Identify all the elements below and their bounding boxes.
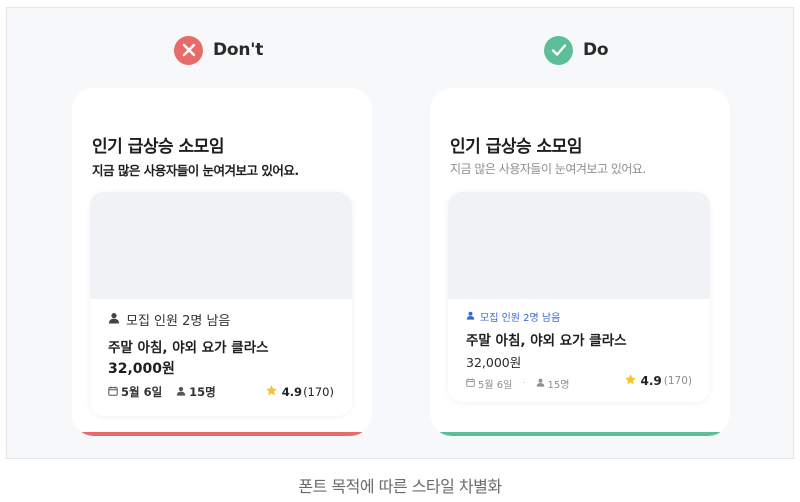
star-icon bbox=[265, 384, 278, 400]
class-item-card[interactable]: 모집 인원 2명 남음 주말 아침, 야외 요가 클라스 32,000원 5월 … bbox=[448, 192, 710, 402]
recruit-status: 모집 인원 2명 남음 bbox=[108, 310, 230, 329]
star-icon bbox=[624, 373, 637, 389]
date-text: 5월 6일 bbox=[478, 380, 513, 391]
class-meta: 5월 6일 15명 bbox=[108, 384, 216, 400]
class-item-card[interactable]: 모집 인원 2명 남음 주말 아침, 야외 요가 클라스 32,000원 5월 … bbox=[90, 192, 352, 416]
do-accent-bar bbox=[430, 432, 730, 436]
figure-caption: 폰트 목적에 따른 스타일 차별화 bbox=[298, 477, 502, 496]
do-verdict: Do bbox=[544, 35, 609, 65]
attendees-meta: 15명 bbox=[176, 384, 216, 400]
dont-label: Don't bbox=[213, 40, 264, 60]
attendees-text: 15명 bbox=[189, 385, 216, 399]
meta-separator: · bbox=[522, 378, 526, 389]
recruit-status: 모집 인원 2명 남음 bbox=[466, 309, 560, 324]
class-name: 주말 아침, 야외 요가 클라스 bbox=[466, 333, 627, 349]
class-thumbnail bbox=[90, 192, 352, 299]
dont-accent-bar bbox=[72, 432, 372, 436]
class-name: 주말 아침, 야외 요가 클라스 bbox=[108, 340, 269, 356]
date-text: 5월 6일 bbox=[121, 385, 163, 399]
card-title: 인기 급상승 소모임 bbox=[92, 137, 224, 157]
rating: 4.9 (170) bbox=[624, 373, 692, 389]
recruit-text: 모집 인원 2명 남음 bbox=[480, 313, 561, 324]
attendees-meta: 15명 bbox=[536, 376, 570, 391]
card-subtitle: 지금 많은 사용자들이 눈여겨보고 있어요. bbox=[450, 162, 646, 176]
class-price: 32,000원 bbox=[108, 361, 175, 377]
person-icon bbox=[108, 312, 120, 328]
do-example-card: 인기 급상승 소모임 지금 많은 사용자들이 눈여겨보고 있어요. 모집 인원 … bbox=[430, 88, 730, 436]
class-price: 32,000원 bbox=[466, 355, 522, 370]
do-label: Do bbox=[583, 40, 609, 60]
class-meta: 5월 6일 · 15명 bbox=[466, 376, 569, 391]
dont-example-card: 인기 급상승 소모임 지금 많은 사용자들이 눈여겨보고 있어요. 모집 인원 … bbox=[72, 88, 372, 436]
recruit-text: 모집 인원 2명 남음 bbox=[126, 314, 231, 329]
card-title: 인기 급상승 소모임 bbox=[450, 137, 582, 157]
check-icon bbox=[544, 35, 573, 65]
calendar-icon bbox=[466, 377, 475, 390]
person-icon bbox=[176, 385, 186, 399]
person-icon bbox=[536, 378, 545, 390]
review-count: (170) bbox=[303, 385, 334, 399]
class-thumbnail bbox=[448, 192, 710, 299]
date-meta: 5월 6일 bbox=[108, 384, 162, 400]
dont-verdict: Don't bbox=[174, 35, 263, 65]
review-count: (170) bbox=[663, 375, 692, 387]
rating-value: 4.9 bbox=[640, 374, 662, 388]
date-meta: 5월 6일 bbox=[466, 376, 512, 391]
rating: 4.9 (170) bbox=[265, 384, 334, 400]
rating-value: 4.9 bbox=[281, 385, 303, 399]
card-subtitle: 지금 많은 사용자들이 눈여겨보고 있어요. bbox=[92, 163, 299, 178]
person-icon bbox=[466, 311, 475, 323]
calendar-icon bbox=[108, 385, 118, 399]
close-icon bbox=[174, 35, 203, 65]
attendees-text: 15명 bbox=[547, 380, 570, 391]
